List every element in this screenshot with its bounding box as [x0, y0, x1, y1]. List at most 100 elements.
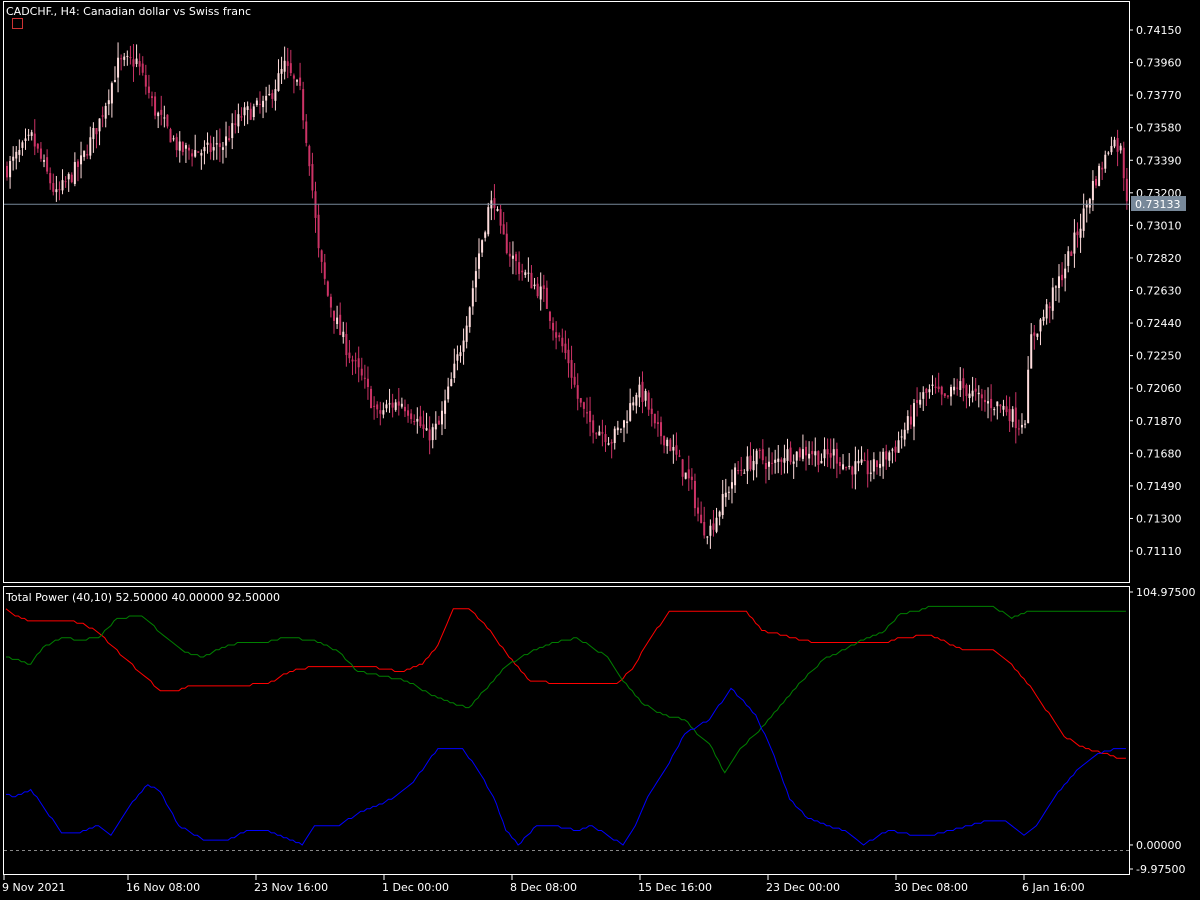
candle-body	[811, 451, 814, 455]
candle-body	[885, 451, 888, 460]
candle-body	[990, 398, 993, 409]
candle-body	[943, 393, 946, 397]
candle-body	[385, 404, 388, 409]
candle-body	[746, 456, 749, 472]
candle-body	[113, 80, 116, 82]
candle-body	[1095, 178, 1098, 186]
candle-body	[576, 385, 579, 399]
candle-body	[203, 146, 206, 152]
candle-body	[826, 449, 829, 455]
candle-body	[798, 448, 801, 458]
candle-body	[623, 420, 625, 428]
candle-body	[740, 469, 743, 471]
candle-body	[175, 137, 178, 151]
candle-body	[801, 449, 804, 459]
candle-body	[33, 133, 36, 147]
candle-body	[416, 418, 419, 422]
candle-body	[437, 420, 440, 425]
candle-body	[974, 388, 977, 392]
candle-body	[829, 453, 832, 458]
candle-body	[410, 413, 413, 420]
price-tick-label: 0.74150	[1136, 24, 1182, 37]
candle-body	[548, 311, 551, 321]
candle-body	[21, 142, 24, 148]
candle-body	[675, 445, 678, 455]
candle-body	[135, 58, 138, 65]
candle-body	[971, 390, 974, 397]
candle-body	[453, 363, 456, 379]
price-tick-label: 0.73770	[1136, 89, 1182, 102]
candle-body	[663, 435, 666, 446]
candle-body	[30, 132, 33, 136]
candle-body	[721, 493, 724, 516]
candle-body	[366, 378, 369, 388]
candle-body	[348, 352, 351, 359]
candle-body	[422, 424, 425, 429]
candle-body	[434, 423, 437, 430]
candle-body	[940, 386, 943, 395]
candle-body	[351, 359, 354, 362]
price-tick-label: 0.71490	[1136, 480, 1182, 493]
candle-body	[132, 59, 135, 67]
candle-body	[166, 114, 169, 127]
candle-body	[897, 440, 900, 453]
candle-body	[795, 451, 798, 461]
candle-body	[215, 143, 218, 145]
candle-body	[268, 93, 271, 95]
candle-body	[916, 400, 919, 403]
candle-body	[302, 89, 305, 121]
candle-body	[440, 410, 443, 425]
candle-body	[249, 108, 252, 120]
candle-body	[73, 162, 76, 184]
candle-body	[376, 404, 379, 410]
candle-body	[465, 325, 468, 342]
mt5-chart-window[interactable]: 0.741500.739600.737700.735800.733900.732…	[0, 0, 1200, 900]
candle-body	[138, 61, 141, 67]
time-tick-label: 23 Dec 00:00	[766, 881, 840, 894]
candle-body	[354, 360, 357, 362]
candle-body	[752, 461, 755, 471]
candle-body	[147, 86, 150, 93]
candle-body	[391, 402, 394, 408]
candle-body	[295, 80, 298, 82]
candle-body	[977, 392, 980, 395]
candle-body	[1125, 178, 1128, 202]
candle-body	[342, 331, 345, 338]
candle-body	[141, 63, 144, 73]
candle-body	[231, 123, 234, 139]
candle-body	[1122, 147, 1125, 179]
candle-body	[734, 467, 737, 486]
candle-body	[339, 314, 342, 336]
candle-body	[1098, 165, 1101, 186]
candle-body	[1024, 423, 1027, 425]
candle-body	[632, 402, 635, 406]
candle-body	[258, 103, 261, 105]
candle-body	[993, 409, 996, 411]
candle-body	[616, 427, 619, 431]
candle-body	[400, 403, 403, 407]
candle-body	[912, 403, 915, 427]
candle-body	[228, 138, 231, 141]
candle-body	[598, 431, 601, 436]
candle-body	[382, 410, 385, 415]
candle-body	[934, 386, 937, 388]
candle-body	[444, 400, 447, 414]
candle-body	[545, 287, 548, 309]
candle-body	[872, 459, 875, 472]
candle-body	[536, 283, 539, 297]
candle-body	[447, 386, 450, 400]
candle-body	[743, 472, 746, 474]
candle-body	[6, 165, 8, 178]
candle-body	[1051, 287, 1054, 311]
price-tick-label: 0.73580	[1136, 122, 1182, 135]
candle-body	[58, 189, 61, 191]
candle-body	[431, 427, 434, 441]
candle-body	[635, 395, 638, 406]
candle-body	[724, 492, 727, 498]
candle-body	[1008, 408, 1011, 422]
candle-body	[626, 421, 629, 424]
candle-body	[336, 317, 339, 325]
candle-body	[869, 472, 872, 474]
candle-body	[650, 408, 653, 415]
candle-body	[980, 394, 983, 399]
